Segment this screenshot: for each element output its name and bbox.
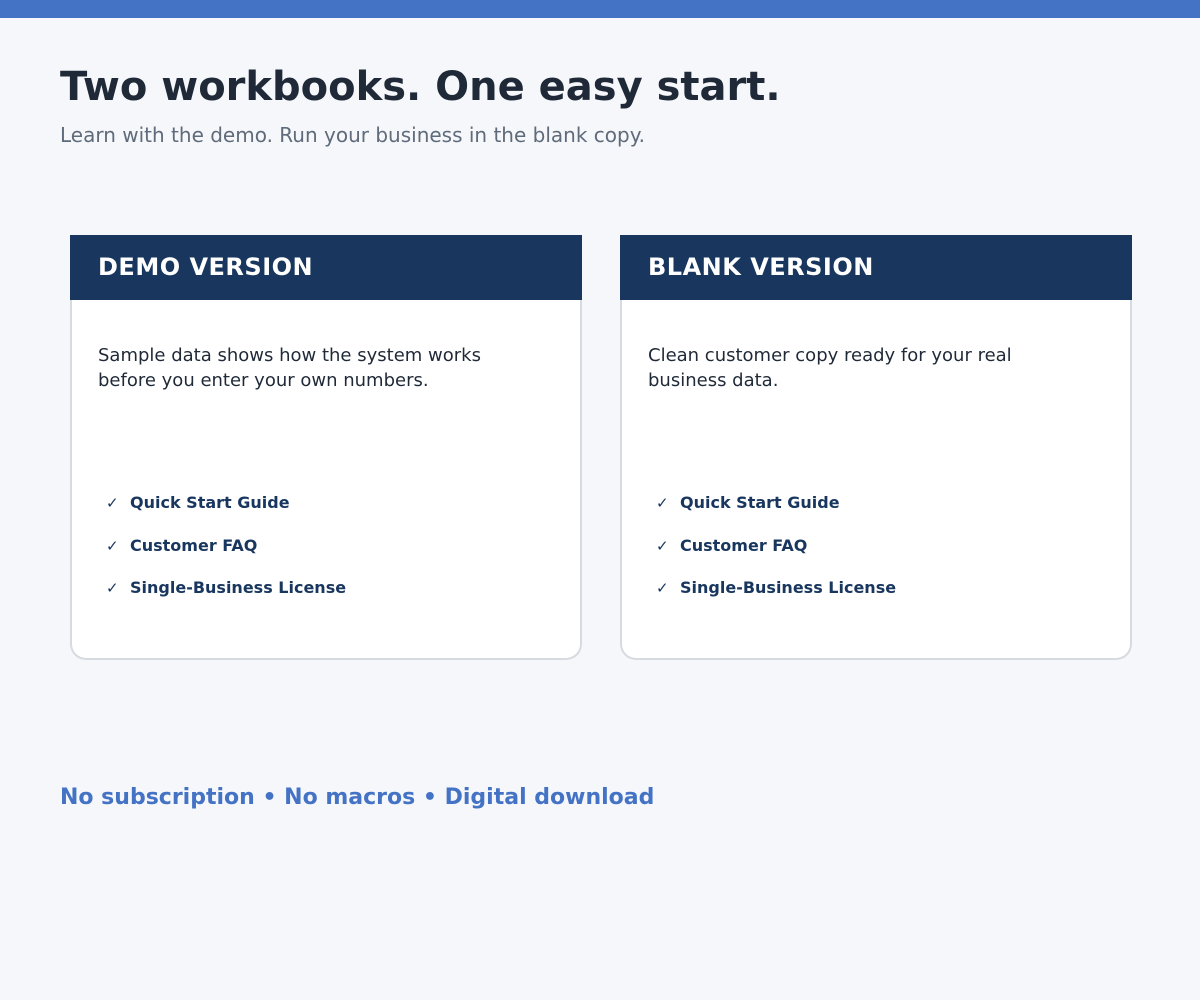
feature-list: ✓ Quick Start Guide ✓ Customer FAQ ✓ Sin… xyxy=(656,492,896,620)
list-item: ✓ Customer FAQ xyxy=(656,535,896,578)
card-header: DEMO VERSION xyxy=(70,235,582,300)
check-icon: ✓ xyxy=(106,579,119,597)
card-title: DEMO VERSION xyxy=(98,253,314,281)
check-icon: ✓ xyxy=(656,536,669,555)
check-icon: ✓ xyxy=(656,494,669,512)
card-header: BLANK VERSION xyxy=(620,235,1132,300)
list-item: ✓ Single-Business License xyxy=(656,577,896,620)
list-item: ✓ Quick Start Guide xyxy=(656,492,896,535)
card-description: Sample data shows how the system works b… xyxy=(98,345,481,391)
demo-version-card: DEMO VERSION Sample data shows how the s… xyxy=(70,235,582,660)
feature-label: Quick Start Guide xyxy=(130,493,290,512)
list-item: ✓ Single-Business License xyxy=(106,577,346,620)
feature-label: Customer FAQ xyxy=(680,535,808,555)
feature-label: Single-Business License xyxy=(680,578,897,597)
blank-version-card: BLANK VERSION Clean customer copy ready … xyxy=(620,235,1132,660)
feature-label: Quick Start Guide xyxy=(680,493,840,512)
list-item: ✓ Customer FAQ xyxy=(106,535,346,578)
check-icon: ✓ xyxy=(106,494,119,512)
top-accent-bar xyxy=(0,0,1200,18)
feature-label: Customer FAQ xyxy=(130,535,258,555)
footer-tagline: No subscription • No macros • Digital do… xyxy=(60,785,655,810)
page-subtitle: Learn with the demo. Run your business i… xyxy=(60,123,646,147)
feature-label: Single-Business License xyxy=(130,578,347,597)
card-description: Clean customer copy ready for your real … xyxy=(648,345,1012,391)
feature-list: ✓ Quick Start Guide ✓ Customer FAQ ✓ Sin… xyxy=(106,492,346,620)
list-item: ✓ Quick Start Guide xyxy=(106,492,346,535)
page-title: Two workbooks. One easy start. xyxy=(60,64,781,110)
check-icon: ✓ xyxy=(106,536,119,555)
card-title: BLANK VERSION xyxy=(648,253,874,281)
check-icon: ✓ xyxy=(656,579,669,597)
